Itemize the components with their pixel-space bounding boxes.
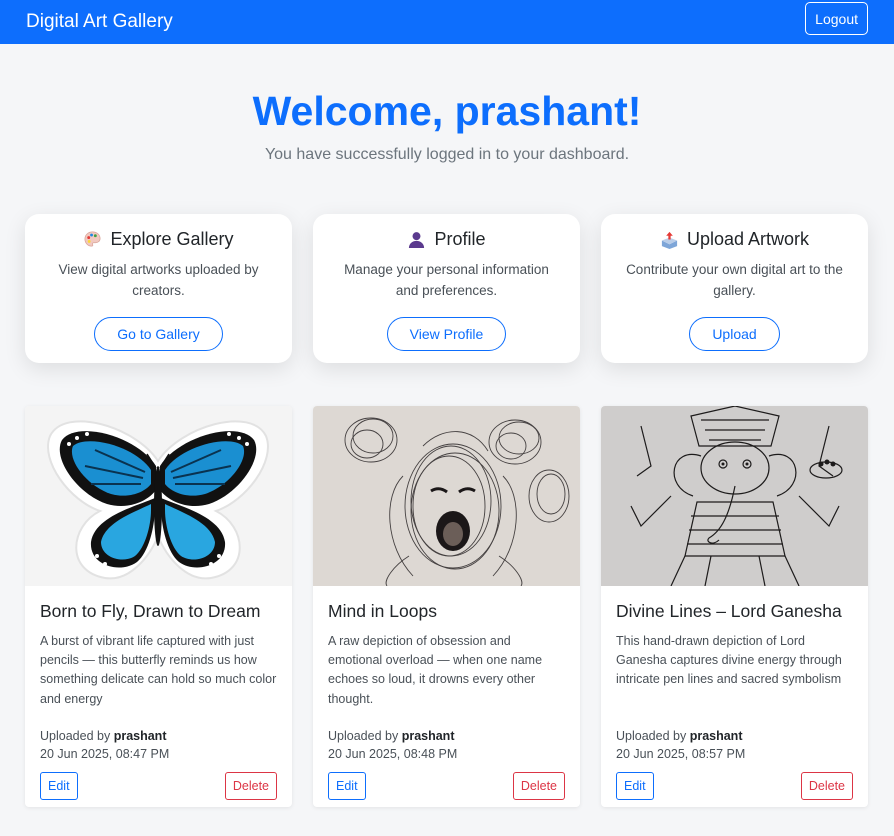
upload-date: 20 Jun 2025, 08:47 PM (40, 747, 170, 761)
feature-title: Explore Gallery (110, 229, 234, 249)
artwork-meta: Uploaded by prashant 20 Jun 2025, 08:48 … (328, 727, 457, 763)
artwork-title: Divine Lines – Lord Ganesha (616, 601, 842, 621)
go-to-gallery-button[interactable]: Go to Gallery (94, 317, 223, 351)
uploader-name: prashant (689, 729, 743, 743)
upload-date: 20 Jun 2025, 08:57 PM (616, 747, 746, 761)
artwork-card: Mind in Loops A raw depiction of obsessi… (313, 406, 580, 807)
feature-card-upload: Upload Artwork Contribute your own digit… (601, 214, 868, 363)
user-icon (409, 232, 425, 249)
lord-ganesha-pen-drawing (601, 406, 868, 586)
uploaded-by-label: Uploaded by (328, 729, 399, 743)
artwork-description: A burst of vibrant life captured with ju… (40, 634, 277, 706)
artwork-meta: Uploaded by prashant 20 Jun 2025, 08:47 … (40, 727, 169, 763)
upload-date: 20 Jun 2025, 08:48 PM (328, 747, 458, 761)
delete-button[interactable]: Delete (224, 772, 277, 800)
logout-button[interactable]: Logout (805, 2, 868, 35)
upload-box-icon (661, 231, 678, 249)
uploaded-by-label: Uploaded by (40, 729, 111, 743)
edit-button[interactable]: Edit (616, 772, 654, 800)
artwork-description: This hand-drawn depiction of Lord Ganesh… (616, 634, 842, 687)
welcome-subtitle: You have successfully logged in to your … (264, 146, 630, 163)
uploader-name: prashant (401, 729, 455, 743)
artwork-description: A raw depiction of obsession and emotion… (328, 634, 543, 706)
feature-description: View digital artworks uploaded by creato… (58, 262, 259, 298)
artwork-card: Divine Lines – Lord Ganesha This hand-dr… (601, 406, 868, 807)
delete-button[interactable]: Delete (800, 772, 853, 800)
feature-description: Contribute your own digital art to the g… (626, 262, 843, 298)
scribble-portrait-drawing (313, 406, 580, 586)
brand-title[interactable]: Digital Art Gallery (26, 11, 173, 33)
palette-icon (84, 231, 101, 247)
blue-butterfly-drawing (25, 406, 292, 586)
delete-button[interactable]: Delete (512, 772, 565, 800)
artwork-title: Mind in Loops (328, 601, 437, 621)
artwork-meta: Uploaded by prashant 20 Jun 2025, 08:57 … (616, 727, 745, 763)
feature-title: Upload Artwork (686, 229, 810, 249)
uploader-name: prashant (113, 729, 167, 743)
view-profile-button[interactable]: View Profile (386, 317, 507, 351)
navbar: Digital Art Gallery Logout (0, 0, 894, 44)
artwork-card: Born to Fly, Drawn to Dream A burst of v… (25, 406, 292, 807)
uploaded-by-label: Uploaded by (616, 729, 687, 743)
artwork-title: Born to Fly, Drawn to Dream (40, 601, 261, 621)
feature-title: Profile (434, 229, 486, 249)
upload-button[interactable]: Upload (689, 317, 780, 351)
edit-button[interactable]: Edit (328, 772, 366, 800)
feature-card-profile: Profile Manage your personal information… (313, 214, 580, 363)
welcome-heading: Welcome, prashant! (252, 88, 642, 134)
feature-card-gallery: Explore Gallery View digital artworks up… (25, 214, 292, 363)
feature-description: Manage your personal information and pre… (344, 262, 549, 298)
edit-button[interactable]: Edit (40, 772, 78, 800)
